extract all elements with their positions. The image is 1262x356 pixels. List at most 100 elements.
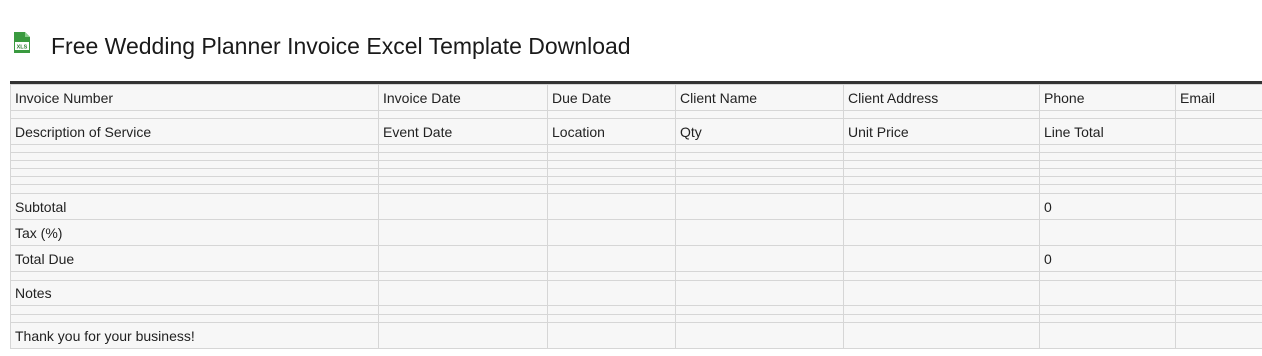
cell[interactable] (675, 280, 844, 306)
cell[interactable] (675, 322, 844, 349)
cell[interactable] (1175, 280, 1262, 306)
cell[interactable] (1039, 176, 1176, 185)
cell[interactable] (547, 110, 676, 119)
cell[interactable] (675, 152, 844, 161)
cell[interactable] (843, 184, 1040, 194)
header-cell-event-date[interactable]: Event Date (378, 118, 548, 145)
cell[interactable] (1039, 160, 1176, 169)
header-cell-due-date[interactable]: Due Date (547, 84, 676, 111)
cell[interactable] (547, 144, 676, 153)
cell[interactable] (1039, 271, 1176, 281)
cell[interactable] (10, 176, 379, 185)
cell[interactable] (1039, 219, 1176, 246)
header-cell-invoice-number[interactable]: Invoice Number (10, 84, 379, 111)
cell[interactable] (378, 322, 548, 349)
cell[interactable] (843, 245, 1040, 272)
cell[interactable] (378, 176, 548, 185)
cell[interactable] (843, 160, 1040, 169)
cell[interactable] (378, 184, 548, 194)
subtotal-label[interactable]: Subtotal (10, 193, 379, 220)
cell[interactable] (547, 184, 676, 194)
cell[interactable] (675, 245, 844, 272)
cell[interactable] (378, 280, 548, 306)
cell[interactable] (378, 271, 548, 281)
cell[interactable] (378, 305, 548, 315)
cell[interactable] (1175, 314, 1262, 323)
header-cell-client-name[interactable]: Client Name (675, 84, 844, 111)
header-cell-invoice-date[interactable]: Invoice Date (378, 84, 548, 111)
cell[interactable] (547, 280, 676, 306)
notes-label[interactable]: Notes (10, 280, 379, 306)
cell[interactable] (675, 168, 844, 177)
header-cell-description[interactable]: Description of Service (10, 118, 379, 145)
cell[interactable] (547, 271, 676, 281)
cell[interactable] (378, 110, 548, 119)
cell[interactable] (675, 193, 844, 220)
cell[interactable] (1039, 184, 1176, 194)
header-cell-email[interactable]: Email (1175, 84, 1262, 111)
total-due-label[interactable]: Total Due (10, 245, 379, 272)
cell[interactable] (1039, 152, 1176, 161)
cell[interactable] (547, 160, 676, 169)
cell[interactable] (1039, 322, 1176, 349)
header-cell-location[interactable]: Location (547, 118, 676, 145)
cell[interactable] (675, 110, 844, 119)
cell[interactable] (378, 314, 548, 323)
cell[interactable] (675, 271, 844, 281)
cell[interactable] (1175, 193, 1262, 220)
cell[interactable] (378, 152, 548, 161)
cell[interactable] (378, 219, 548, 246)
header-cell-unit-price[interactable]: Unit Price (843, 118, 1040, 145)
cell[interactable] (10, 168, 379, 177)
cell[interactable] (1175, 219, 1262, 246)
cell[interactable] (843, 280, 1040, 306)
cell[interactable] (843, 110, 1040, 119)
cell[interactable] (675, 219, 844, 246)
total-due-value[interactable]: 0 (1039, 245, 1176, 272)
cell[interactable] (843, 144, 1040, 153)
cell[interactable] (1175, 168, 1262, 177)
cell[interactable] (10, 305, 379, 315)
cell[interactable] (1039, 280, 1176, 306)
cell[interactable] (1175, 110, 1262, 119)
cell[interactable] (547, 176, 676, 185)
cell[interactable] (1175, 305, 1262, 315)
cell[interactable] (10, 271, 379, 281)
cell[interactable] (10, 144, 379, 153)
cell[interactable] (675, 176, 844, 185)
header-cell-empty[interactable] (1175, 118, 1262, 145)
cell[interactable] (547, 245, 676, 272)
cell[interactable] (1175, 271, 1262, 281)
cell[interactable] (1175, 152, 1262, 161)
cell[interactable] (10, 110, 379, 119)
cell[interactable] (547, 193, 676, 220)
cell[interactable] (843, 176, 1040, 185)
cell[interactable] (675, 305, 844, 315)
header-cell-phone[interactable]: Phone (1039, 84, 1176, 111)
cell[interactable] (843, 168, 1040, 177)
cell[interactable] (378, 168, 548, 177)
header-cell-line-total[interactable]: Line Total (1039, 118, 1176, 145)
cell[interactable] (843, 219, 1040, 246)
cell[interactable] (378, 160, 548, 169)
cell[interactable] (378, 193, 548, 220)
footer-thank-you[interactable]: Thank you for your business! (10, 322, 379, 349)
cell[interactable] (10, 152, 379, 161)
header-cell-qty[interactable]: Qty (675, 118, 844, 145)
subtotal-value[interactable]: 0 (1039, 193, 1176, 220)
cell[interactable] (1175, 160, 1262, 169)
cell[interactable] (1175, 176, 1262, 185)
cell[interactable] (1039, 305, 1176, 315)
cell[interactable] (843, 322, 1040, 349)
cell[interactable] (547, 322, 676, 349)
cell[interactable] (10, 160, 379, 169)
cell[interactable] (675, 160, 844, 169)
cell[interactable] (675, 314, 844, 323)
cell[interactable] (1175, 245, 1262, 272)
cell[interactable] (843, 305, 1040, 315)
cell[interactable] (547, 314, 676, 323)
cell[interactable] (378, 245, 548, 272)
cell[interactable] (1039, 168, 1176, 177)
cell[interactable] (10, 314, 379, 323)
cell[interactable] (547, 305, 676, 315)
